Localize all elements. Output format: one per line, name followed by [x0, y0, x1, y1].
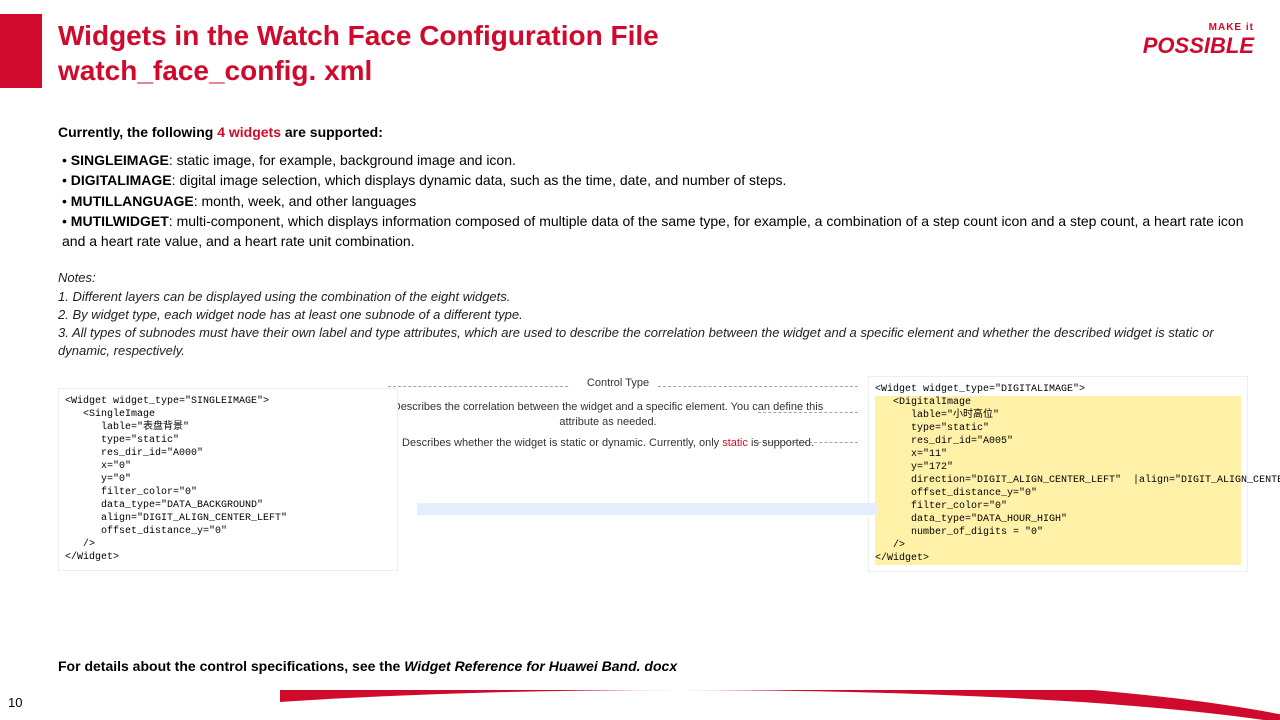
accent-block — [0, 14, 42, 88]
page-number: 10 — [8, 695, 22, 710]
callout-control-type: Control Type — [438, 376, 798, 391]
code-sample-right: <Widget widget_type="DIGITALIMAGE"> <Dig… — [868, 376, 1248, 572]
note-line: 2. By widget type, each widget node has … — [58, 306, 1248, 324]
footer-ref: For details about the control specificat… — [58, 658, 677, 674]
highlighted-code-tail: offset_distance_y="0" filter_color="0" d… — [875, 487, 1241, 565]
highlighted-code: <DigitalImage lable="小时高位" type="static"… — [875, 396, 1241, 474]
title-line-2: watch_face_config. xml — [58, 55, 372, 86]
diagram: Control Type Describes the correlation b… — [58, 376, 1248, 596]
notes-title: Notes: — [58, 269, 1248, 287]
list-item: SINGLEIMAGE: static image, for example, … — [62, 150, 1248, 170]
brand-logo: MAKE it POSSIBLE — [1143, 22, 1254, 59]
highlight-bar — [417, 503, 877, 515]
logo-word: POSSIBLE — [1143, 33, 1254, 59]
notes-block: Notes: 1. Different layers can be displa… — [58, 269, 1248, 360]
list-item: MUTILLANGUAGE: month, week, and other la… — [62, 191, 1248, 211]
list-item: MUTILWIDGET: multi-component, which disp… — [62, 211, 1248, 252]
note-line: 3. All types of subnodes must have their… — [58, 324, 1248, 360]
page-title: Widgets in the Watch Face Configuration … — [58, 18, 659, 88]
footer-swoosh — [280, 690, 1280, 720]
title-line-1: Widgets in the Watch Face Configuration … — [58, 20, 659, 51]
highlighted-direction: direction="DIGIT_ALIGN_CENTER_LEFT" |ali… — [875, 474, 1241, 487]
list-item: DIGITALIMAGE: digital image selection, w… — [62, 170, 1248, 190]
note-line: 1. Different layers can be displayed usi… — [58, 288, 1248, 306]
intro-line: Currently, the following 4 widgets are s… — [58, 124, 1248, 140]
reference-doc: Widget Reference for Huawei Band. docx — [404, 658, 677, 674]
main-content: Currently, the following 4 widgets are s… — [58, 110, 1248, 596]
intro-count: 4 widgets — [217, 124, 281, 140]
logo-tagline: MAKE it — [1143, 22, 1254, 33]
callout-type-desc: Describes whether the widget is static o… — [388, 436, 828, 451]
code-sample-left: <Widget widget_type="SINGLEIMAGE"> <Sing… — [58, 388, 398, 571]
widget-list: SINGLEIMAGE: static image, for example, … — [62, 150, 1248, 251]
callout-label-desc: Describes the correlation between the wi… — [388, 400, 828, 430]
